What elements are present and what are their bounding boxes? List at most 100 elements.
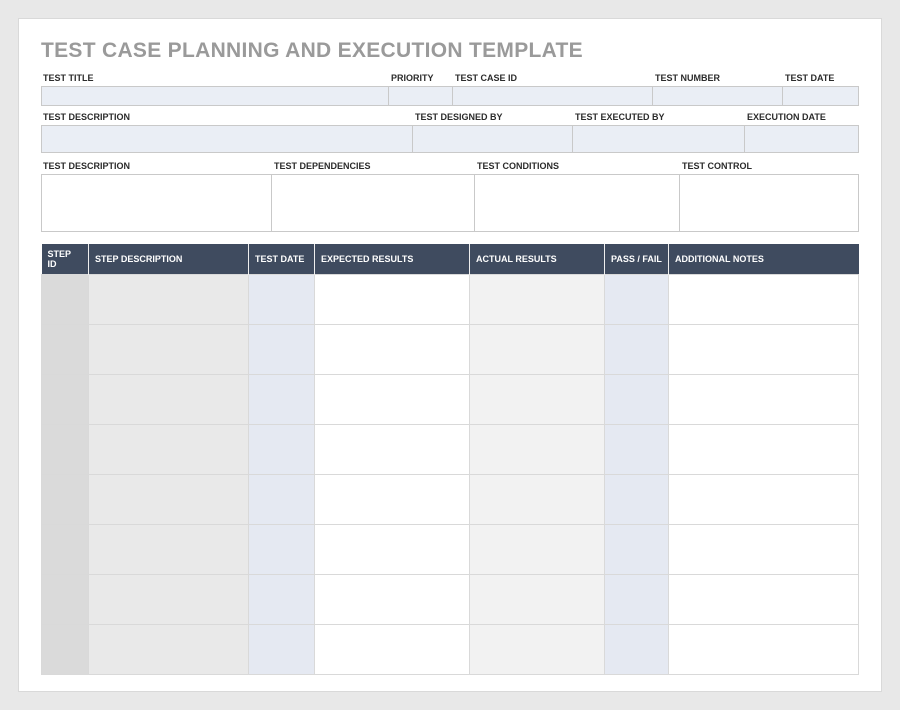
- col-step-description: STEP DESCRIPTION: [89, 244, 249, 275]
- test-date-input[interactable]: [783, 86, 859, 106]
- actual-cell[interactable]: [470, 325, 605, 375]
- notes-cell[interactable]: [669, 625, 859, 675]
- pass-fail-cell[interactable]: [605, 625, 669, 675]
- actual-cell[interactable]: [470, 475, 605, 525]
- step-description-cell[interactable]: [89, 575, 249, 625]
- designed-by-input[interactable]: [413, 125, 573, 153]
- test-date-label: TEST DATE: [783, 71, 859, 86]
- test-date-block: TEST DATE: [783, 71, 859, 106]
- expected-cell[interactable]: [315, 575, 470, 625]
- actual-cell[interactable]: [470, 525, 605, 575]
- step-test-date-cell[interactable]: [249, 425, 315, 475]
- col-actual: ACTUAL RESULTS: [470, 244, 605, 275]
- expected-cell[interactable]: [315, 275, 470, 325]
- step-id-cell[interactable]: [42, 475, 89, 525]
- table-row: [42, 375, 859, 425]
- notes-cell[interactable]: [669, 475, 859, 525]
- step-id-cell[interactable]: [42, 325, 89, 375]
- expected-cell[interactable]: [315, 475, 470, 525]
- notes-cell[interactable]: [669, 375, 859, 425]
- actual-cell[interactable]: [470, 275, 605, 325]
- priority-input[interactable]: [389, 86, 453, 106]
- notes-cell[interactable]: [669, 275, 859, 325]
- steps-table: STEP ID STEP DESCRIPTION TEST DATE EXPEC…: [41, 244, 859, 675]
- step-id-cell[interactable]: [42, 525, 89, 575]
- notes-cell[interactable]: [669, 575, 859, 625]
- priority-label: PRIORITY: [389, 71, 453, 86]
- control-block: TEST CONTROL: [680, 159, 859, 232]
- test-number-block: TEST NUMBER: [653, 71, 783, 106]
- template-page: TEST CASE PLANNING AND EXECUTION TEMPLAT…: [18, 18, 882, 692]
- dependencies-label: TEST DEPENDENCIES: [272, 159, 475, 174]
- col-step-id: STEP ID: [42, 244, 89, 275]
- expected-cell[interactable]: [315, 425, 470, 475]
- execution-date-label: EXECUTION DATE: [745, 110, 859, 125]
- executed-by-label: TEST EXECUTED BY: [573, 110, 745, 125]
- notes-cell[interactable]: [669, 525, 859, 575]
- step-test-date-cell[interactable]: [249, 325, 315, 375]
- pass-fail-cell[interactable]: [605, 425, 669, 475]
- actual-cell[interactable]: [470, 375, 605, 425]
- actual-cell[interactable]: [470, 625, 605, 675]
- expected-cell[interactable]: [315, 625, 470, 675]
- step-description-cell[interactable]: [89, 425, 249, 475]
- col-expected: EXPECTED RESULTS: [315, 244, 470, 275]
- step-id-cell[interactable]: [42, 625, 89, 675]
- step-id-cell[interactable]: [42, 575, 89, 625]
- test-title-input[interactable]: [41, 86, 389, 106]
- expected-cell[interactable]: [315, 325, 470, 375]
- page-title: TEST CASE PLANNING AND EXECUTION TEMPLAT…: [41, 39, 859, 63]
- designed-by-label: TEST DESIGNED BY: [413, 110, 573, 125]
- expected-cell[interactable]: [315, 525, 470, 575]
- step-test-date-cell[interactable]: [249, 575, 315, 625]
- description-input[interactable]: [41, 125, 413, 153]
- table-row: [42, 575, 859, 625]
- pass-fail-cell[interactable]: [605, 525, 669, 575]
- test-case-id-block: TEST CASE ID: [453, 71, 653, 106]
- step-description-cell[interactable]: [89, 525, 249, 575]
- meta-row-2: TEST DESCRIPTION TEST DESIGNED BY TEST E…: [41, 110, 859, 153]
- control-input[interactable]: [680, 174, 859, 232]
- step-description-cell[interactable]: [89, 375, 249, 425]
- pass-fail-cell[interactable]: [605, 575, 669, 625]
- pass-fail-cell[interactable]: [605, 475, 669, 525]
- executed-by-input[interactable]: [573, 125, 745, 153]
- step-id-cell[interactable]: [42, 425, 89, 475]
- expected-cell[interactable]: [315, 375, 470, 425]
- step-description-cell[interactable]: [89, 475, 249, 525]
- dependencies-block: TEST DEPENDENCIES: [272, 159, 475, 232]
- col-test-date: TEST DATE: [249, 244, 315, 275]
- test-case-id-input[interactable]: [453, 86, 653, 106]
- notes-cell[interactable]: [669, 325, 859, 375]
- pass-fail-cell[interactable]: [605, 275, 669, 325]
- step-description-cell[interactable]: [89, 625, 249, 675]
- actual-cell[interactable]: [470, 575, 605, 625]
- dependencies-input[interactable]: [272, 174, 475, 232]
- description-label: TEST DESCRIPTION: [41, 110, 413, 125]
- step-test-date-cell[interactable]: [249, 525, 315, 575]
- table-row: [42, 425, 859, 475]
- pass-fail-cell[interactable]: [605, 375, 669, 425]
- description2-block: TEST DESCRIPTION: [41, 159, 272, 232]
- execution-date-input[interactable]: [745, 125, 859, 153]
- designed-by-block: TEST DESIGNED BY: [413, 110, 573, 153]
- step-id-cell[interactable]: [42, 375, 89, 425]
- notes-cell[interactable]: [669, 425, 859, 475]
- steps-header-row: STEP ID STEP DESCRIPTION TEST DATE EXPEC…: [42, 244, 859, 275]
- step-test-date-cell[interactable]: [249, 625, 315, 675]
- conditions-input[interactable]: [475, 174, 680, 232]
- step-test-date-cell[interactable]: [249, 275, 315, 325]
- step-id-cell[interactable]: [42, 275, 89, 325]
- pass-fail-cell[interactable]: [605, 325, 669, 375]
- actual-cell[interactable]: [470, 425, 605, 475]
- test-number-input[interactable]: [653, 86, 783, 106]
- col-notes: ADDITIONAL NOTES: [669, 244, 859, 275]
- description2-input[interactable]: [41, 174, 272, 232]
- table-row: [42, 325, 859, 375]
- step-description-cell[interactable]: [89, 275, 249, 325]
- step-description-cell[interactable]: [89, 325, 249, 375]
- test-title-block: TEST TITLE: [41, 71, 389, 106]
- step-test-date-cell[interactable]: [249, 375, 315, 425]
- description2-label: TEST DESCRIPTION: [41, 159, 272, 174]
- step-test-date-cell[interactable]: [249, 475, 315, 525]
